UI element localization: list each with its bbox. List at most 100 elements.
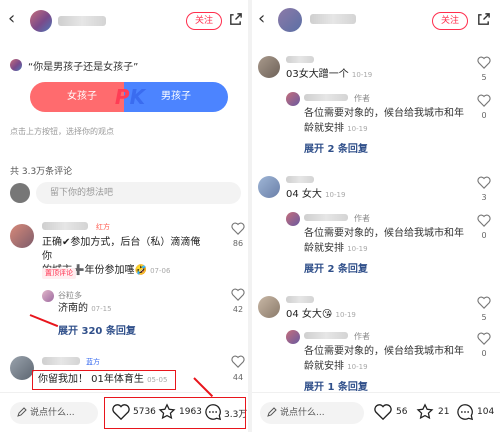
- author-reply-text: 各位需要对象的，候台给我城市和年 龄就安排 10-19: [304, 226, 464, 257]
- pk-logo: PK: [113, 84, 147, 110]
- commenter-avatar[interactable]: [10, 224, 34, 248]
- chevron-left-icon[interactable]: ‹: [8, 10, 22, 28]
- heart-icon[interactable]: [231, 288, 245, 301]
- reply-name: 谷粒多: [58, 291, 82, 300]
- commenter-avatar[interactable]: [10, 356, 34, 380]
- header: ‹ 关注: [252, 0, 500, 40]
- question-avatar: [10, 59, 22, 71]
- star-total: 21: [438, 407, 450, 417]
- commenter-avatar[interactable]: [258, 56, 280, 78]
- thread-text: 04 女大 10-19: [286, 188, 345, 202]
- thread-date: 10-19: [351, 71, 373, 79]
- say-something-input[interactable]: 说点什么...: [10, 402, 98, 424]
- reply-avatar[interactable]: [42, 290, 54, 302]
- author-reply-line1: 各位需要对象的，候台给我城市和年: [304, 108, 464, 119]
- author-reply-avatar[interactable]: [286, 92, 300, 106]
- author-tag: 作者: [354, 332, 370, 341]
- say-something-label: 说点什么...: [280, 408, 325, 418]
- comment-date: 05-05: [147, 376, 168, 384]
- left-screen: ‹ 关注 “你是男孩子还是女孩子” 女孩子 男孩子 PK 点击上方按钮，选择你的…: [0, 0, 248, 432]
- reply-date: 07-15: [91, 305, 112, 313]
- expand-replies-link[interactable]: 展开 320 条回复: [58, 322, 136, 337]
- comment-total: 104: [477, 407, 495, 417]
- share-icon[interactable]: [476, 12, 491, 27]
- heart-icon[interactable]: [477, 94, 491, 107]
- author-reply-date: 10-19: [347, 363, 368, 371]
- follow-button[interactable]: 关注: [432, 12, 468, 30]
- author-like-count: 0: [481, 111, 487, 120]
- author-reply-text: 各位需要对象的，候台给我城市和年 龄就安排 10-19: [304, 106, 464, 137]
- author-reply-avatar[interactable]: [286, 212, 300, 226]
- side-tag-red: 红方: [96, 223, 110, 231]
- heart-icon[interactable]: [477, 214, 491, 227]
- pk-letter-p: P: [114, 85, 130, 109]
- annotation-arrow-line: [193, 377, 214, 398]
- question-text: “你是男孩子还是女孩子”: [28, 62, 139, 73]
- expand-replies-link[interactable]: 展开 1 条回复: [304, 378, 368, 393]
- author-reply-line1: 各位需要对象的，候台给我城市和年: [304, 228, 464, 239]
- like-total: 56: [396, 407, 408, 417]
- heart-icon[interactable]: [477, 56, 491, 69]
- right-screen: ‹ 关注 03女大蹭一个 10-19 5 作者 各位需要对象的，候台给我城市和年…: [252, 0, 500, 432]
- expand-replies-link[interactable]: 展开 2 条回复: [304, 140, 368, 155]
- heart-icon[interactable]: [231, 355, 245, 368]
- thread-name: 04 女大😘: [286, 309, 333, 320]
- author-name-blurred: [304, 214, 348, 221]
- say-something-input[interactable]: 说点什么...: [260, 402, 364, 424]
- like-count: 5: [481, 313, 487, 322]
- expand-replies-link[interactable]: 展开 2 条回复: [304, 260, 368, 275]
- heart-icon[interactable]: [477, 176, 491, 189]
- comment-text-line1: 正确✔参加方式，后台（私）滴滴俺你: [42, 237, 201, 262]
- heart-icon[interactable]: [231, 222, 245, 235]
- author-reply-text: 各位需要对象的，候台给我城市和年 龄就安排 10-19: [304, 344, 464, 375]
- author-name-blurred: [58, 16, 106, 26]
- thread-date: 10-19: [335, 311, 356, 319]
- author-like-count: 0: [481, 231, 487, 240]
- thread-name: 04 女大: [286, 189, 322, 200]
- author-like-count: 0: [481, 349, 487, 358]
- reply-like-count: 42: [232, 305, 244, 314]
- heart-icon[interactable]: [374, 403, 392, 421]
- bottom-bar: 说点什么... 56 21 104: [252, 392, 500, 432]
- commenter-name-blurred: [286, 296, 314, 303]
- commenter-avatar[interactable]: [258, 296, 280, 318]
- commenter-avatar[interactable]: [258, 176, 280, 198]
- share-icon[interactable]: [228, 12, 243, 27]
- thread-text: 03女大蹭一个 10-19: [286, 68, 372, 82]
- thread-name: 03女大蹭一个: [286, 69, 349, 80]
- author-name-blurred: [304, 94, 348, 101]
- say-something-label: 说点什么...: [30, 408, 75, 418]
- author-tag: 作者: [354, 214, 370, 223]
- author-reply-line2: 龄就安排: [304, 243, 344, 254]
- annotation-arrow-line: [29, 314, 59, 328]
- author-reply-line1: 各位需要对象的，候台给我城市和年: [304, 346, 464, 357]
- chevron-left-icon[interactable]: ‹: [258, 10, 272, 28]
- header: ‹ 关注: [0, 0, 248, 40]
- commenter-name-blurred: [286, 56, 314, 63]
- author-reply-line2: 龄就安排: [304, 361, 344, 372]
- comment-bubble-icon[interactable]: [456, 403, 474, 421]
- author-avatar[interactable]: [30, 10, 52, 32]
- annotation-box: [104, 397, 246, 429]
- comment-text-content: 你留我加！ 01年体育生: [38, 374, 144, 385]
- pinned-badge: 置顶评论: [42, 268, 76, 279]
- follow-button[interactable]: 关注: [186, 12, 222, 30]
- comment-text: 你留我加！ 01年体育生 05-05: [38, 373, 167, 387]
- like-count: 5: [481, 73, 487, 82]
- author-reply-date: 10-19: [347, 125, 368, 133]
- comment-count: 共 3.3万条评论: [10, 167, 73, 177]
- comment-input[interactable]: 留下你的想法吧: [36, 182, 241, 204]
- like-count: 44: [232, 373, 244, 382]
- author-name-blurred: [304, 332, 348, 339]
- author-reply-avatar[interactable]: [286, 330, 300, 344]
- like-count: 86: [232, 239, 244, 248]
- reply-text: 济南的 07-15: [58, 302, 112, 316]
- heart-icon[interactable]: [477, 296, 491, 309]
- heart-icon[interactable]: [477, 332, 491, 345]
- author-avatar[interactable]: [278, 8, 302, 32]
- thread-text: 04 女大😘 10-19: [286, 308, 356, 322]
- star-icon[interactable]: [416, 403, 434, 421]
- my-avatar: [10, 183, 30, 203]
- bottom-bar: 说点什么... 5736 1963 3.3万: [0, 377, 248, 432]
- author-reply-line2: 龄就安排: [304, 123, 344, 134]
